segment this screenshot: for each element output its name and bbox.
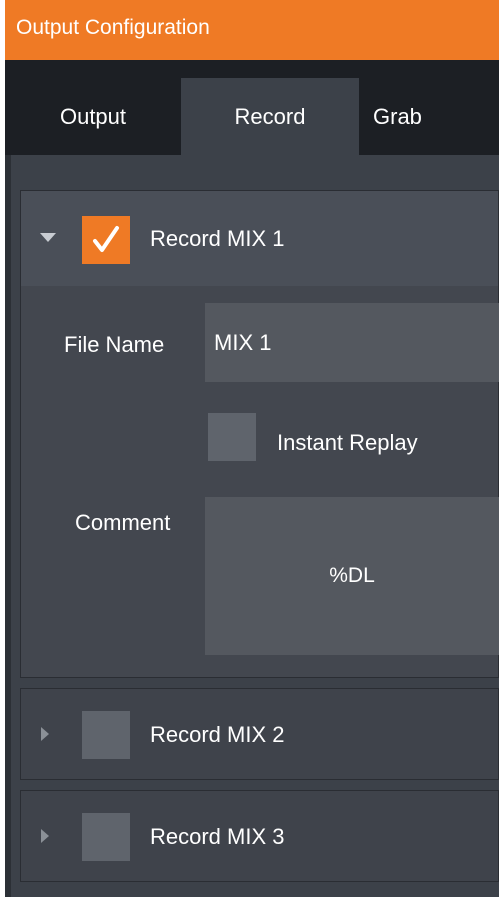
record-mix-2-label: Record MIX 2 xyxy=(150,722,285,747)
output-configuration-window: Output Configuration Output Record Grab … xyxy=(5,0,499,897)
tab-record-label: Record xyxy=(234,104,306,129)
file-name-input[interactable]: MIX 1 xyxy=(205,303,499,382)
record-mix-2-header[interactable]: Record MIX 2 xyxy=(21,689,498,779)
record-mix-3-section: Record MIX 3 xyxy=(20,790,499,882)
title-bar: Output Configuration xyxy=(5,0,499,60)
record-mix-1-checkbox[interactable] xyxy=(82,216,130,264)
triangle-right-icon[interactable] xyxy=(41,829,49,843)
instant-replay-checkbox[interactable] xyxy=(208,413,256,461)
checkmark-icon xyxy=(93,226,119,252)
record-mix-1-header[interactable]: Record MIX 1 xyxy=(21,191,498,286)
instant-replay-label: Instant Replay xyxy=(277,430,418,455)
triangle-right-icon[interactable] xyxy=(41,727,49,741)
tab-grab-label: Grab xyxy=(373,104,422,129)
tab-strip: Output Record Grab xyxy=(5,60,499,155)
comment-label: Comment xyxy=(75,510,171,535)
panel-left-border xyxy=(5,155,11,897)
record-mix-3-label: Record MIX 3 xyxy=(150,824,285,849)
tab-output-label: Output xyxy=(59,104,127,129)
comment-value: %DL xyxy=(329,564,375,587)
file-name-label: File Name xyxy=(64,332,165,357)
window-title: Output Configuration xyxy=(16,16,210,39)
record-mix-1-section: Record MIX 1 File Name MIX 1 Instant Rep… xyxy=(20,190,499,678)
record-mix-3-checkbox[interactable] xyxy=(82,813,130,861)
record-mix-2-checkbox[interactable] xyxy=(82,711,130,759)
record-mix-1-label: Record MIX 1 xyxy=(150,226,285,251)
comment-input[interactable]: %DL xyxy=(205,497,499,655)
triangle-down-icon[interactable] xyxy=(40,233,56,242)
record-mix-2-section: Record MIX 2 xyxy=(20,688,499,780)
file-name-value: MIX 1 xyxy=(214,330,272,355)
record-mix-3-header[interactable]: Record MIX 3 xyxy=(21,791,498,881)
tab-output[interactable]: Output xyxy=(5,78,181,155)
tab-grab[interactable]: Grab xyxy=(359,78,499,155)
tab-record[interactable]: Record xyxy=(181,78,359,155)
